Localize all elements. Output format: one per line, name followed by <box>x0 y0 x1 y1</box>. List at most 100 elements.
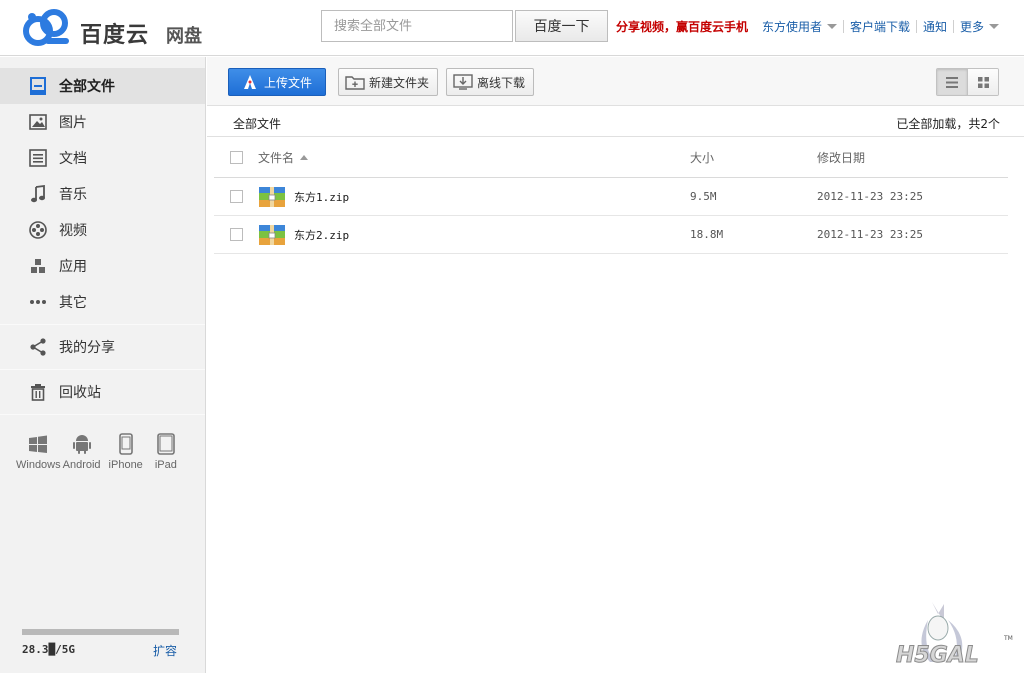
sidebar-item-other[interactable]: 其它 <box>0 284 205 320</box>
table-header: 文件名 大小 修改日期 <box>214 138 1008 178</box>
new-folder-button[interactable]: 新建文件夹 <box>338 68 439 96</box>
row-checkbox[interactable] <box>230 190 243 203</box>
client-iphone[interactable]: iPhone <box>109 430 143 471</box>
select-all-checkbox[interactable] <box>230 151 243 164</box>
client-download-link[interactable]: 客户端下载 <box>850 18 910 35</box>
nav-divider <box>953 19 955 33</box>
more-dots-icon <box>27 291 49 313</box>
offline-download-button[interactable]: 离线下载 <box>446 68 535 96</box>
main-toolbar: 上传文件 新建文件夹 离线下载 <box>207 57 1024 106</box>
column-header-label: 文件名 <box>258 151 295 165</box>
windows-icon <box>27 430 49 458</box>
more-label: 更多 <box>960 19 985 34</box>
app-icon <box>27 255 49 277</box>
all-files-icon <box>27 75 49 97</box>
client-downloads: Windows Android iPhone iPad <box>16 430 179 471</box>
top-nav: 东方使用者 客户端下载 通知 更多 <box>762 18 1000 35</box>
baidu-cloud-logo[interactable] <box>18 7 74 49</box>
promo-link[interactable]: 分享视频，赢百度云手机 <box>616 18 748 35</box>
file-size: 9.5M <box>690 190 717 203</box>
breadcrumb[interactable]: 全部文件 <box>233 115 281 132</box>
brand-name: 百度云 <box>80 23 150 48</box>
sidebar-item-label: 回收站 <box>59 385 101 401</box>
upload-label: 上传文件 <box>263 75 312 90</box>
nav-divider <box>843 19 845 33</box>
sidebar-divider <box>0 324 205 325</box>
client-label: iPhone <box>108 459 143 471</box>
watermark-tm: TM <box>1003 635 1013 642</box>
offline-download-icon <box>453 74 473 90</box>
client-android[interactable]: Android <box>63 430 101 471</box>
nav-divider <box>916 19 918 33</box>
list-view-icon <box>946 76 958 88</box>
sidebar-item-music[interactable]: 音乐 <box>0 176 205 212</box>
music-icon <box>27 183 49 205</box>
trash-icon <box>27 381 49 403</box>
sidebar-item-all-files[interactable]: 全部文件 <box>0 68 205 104</box>
list-view-button[interactable] <box>937 69 967 95</box>
view-toggle <box>936 68 999 96</box>
zip-archive-icon <box>258 186 286 208</box>
client-ipad[interactable]: iPad <box>155 430 177 471</box>
file-table: 文件名 大小 修改日期 东方1.zip 9.5M 2012-11-23 23:2… <box>214 138 1008 254</box>
file-name[interactable]: 东方1.zip <box>294 189 349 205</box>
brand-subtitle: 网盘 <box>166 26 202 47</box>
search-button[interactable]: 百度一下 <box>515 10 608 42</box>
search-input[interactable] <box>321 10 513 42</box>
table-row[interactable]: 东方1.zip 9.5M 2012-11-23 23:25 <box>214 178 1008 216</box>
column-header-name[interactable]: 文件名 <box>258 149 309 166</box>
share-icon <box>27 336 49 358</box>
quota-used-text: 28.3█/5G <box>22 643 75 656</box>
watermark-text: H5GAL <box>896 643 979 668</box>
user-menu[interactable]: 东方使用者 <box>762 18 838 35</box>
upload-button[interactable]: 上传文件 <box>228 68 326 96</box>
file-size: 18.8M <box>690 228 724 241</box>
quota-progress-bar <box>22 629 179 635</box>
file-name[interactable]: 东方2.zip <box>294 227 349 243</box>
sidebar-item-label: 文档 <box>59 151 87 167</box>
file-name-cell: 东方2.zip <box>258 224 349 246</box>
sidebar-item-label: 音乐 <box>59 187 87 203</box>
grid-view-button[interactable] <box>967 69 998 95</box>
android-icon <box>72 430 92 458</box>
sidebar-item-label: 其它 <box>59 295 87 311</box>
sort-ascending-icon <box>300 155 309 160</box>
breadcrumb-bar: 全部文件 已全部加载，共2个 <box>207 106 1024 137</box>
sidebar-divider <box>0 369 205 370</box>
iphone-icon <box>118 430 133 458</box>
image-icon <box>27 111 49 133</box>
sidebar-item-label: 全部文件 <box>59 79 115 95</box>
more-menu[interactable]: 更多 <box>960 18 1000 35</box>
client-label: iPad <box>154 459 177 471</box>
table-row[interactable]: 东方2.zip 18.8M 2012-11-23 23:25 <box>214 216 1008 254</box>
upload-icon <box>242 74 258 90</box>
client-label: Android <box>62 459 101 471</box>
sidebar-item-documents[interactable]: 文档 <box>0 140 205 176</box>
user-name: 东方使用者 <box>762 19 823 34</box>
grid-view-icon <box>977 76 989 88</box>
document-icon <box>27 147 49 169</box>
quota-expand-link[interactable]: 扩容 <box>153 642 177 659</box>
sidebar-item-apps[interactable]: 应用 <box>0 248 205 284</box>
sidebar-item-images[interactable]: 图片 <box>0 104 205 140</box>
column-header-date[interactable]: 修改日期 <box>817 149 865 166</box>
sidebar-item-label: 我的分享 <box>59 340 115 356</box>
load-status: 已全部加载，共2个 <box>896 117 1000 131</box>
client-windows[interactable]: Windows <box>16 430 61 471</box>
file-name-cell: 东方1.zip <box>258 186 349 208</box>
column-header-size[interactable]: 大小 <box>690 149 714 166</box>
offline-download-label: 离线下载 <box>477 75 526 90</box>
chevron-down-icon <box>827 23 838 29</box>
sidebar-item-recycle-bin[interactable]: 回收站 <box>0 374 205 410</box>
sidebar-item-label: 视频 <box>59 223 87 239</box>
sidebar: 全部文件 图片 文档 音乐 视频 应用 其它 我的分享 回收站 Windows … <box>0 57 206 673</box>
new-folder-label: 新建文件夹 <box>369 75 430 90</box>
new-folder-icon <box>345 74 365 90</box>
sidebar-item-videos[interactable]: 视频 <box>0 212 205 248</box>
notifications-link[interactable]: 通知 <box>923 18 947 35</box>
sidebar-item-my-shares[interactable]: 我的分享 <box>0 329 205 365</box>
sidebar-divider <box>0 414 205 415</box>
sidebar-item-label: 应用 <box>59 259 87 275</box>
sidebar-item-label: 图片 <box>59 115 87 131</box>
row-checkbox[interactable] <box>230 228 243 241</box>
